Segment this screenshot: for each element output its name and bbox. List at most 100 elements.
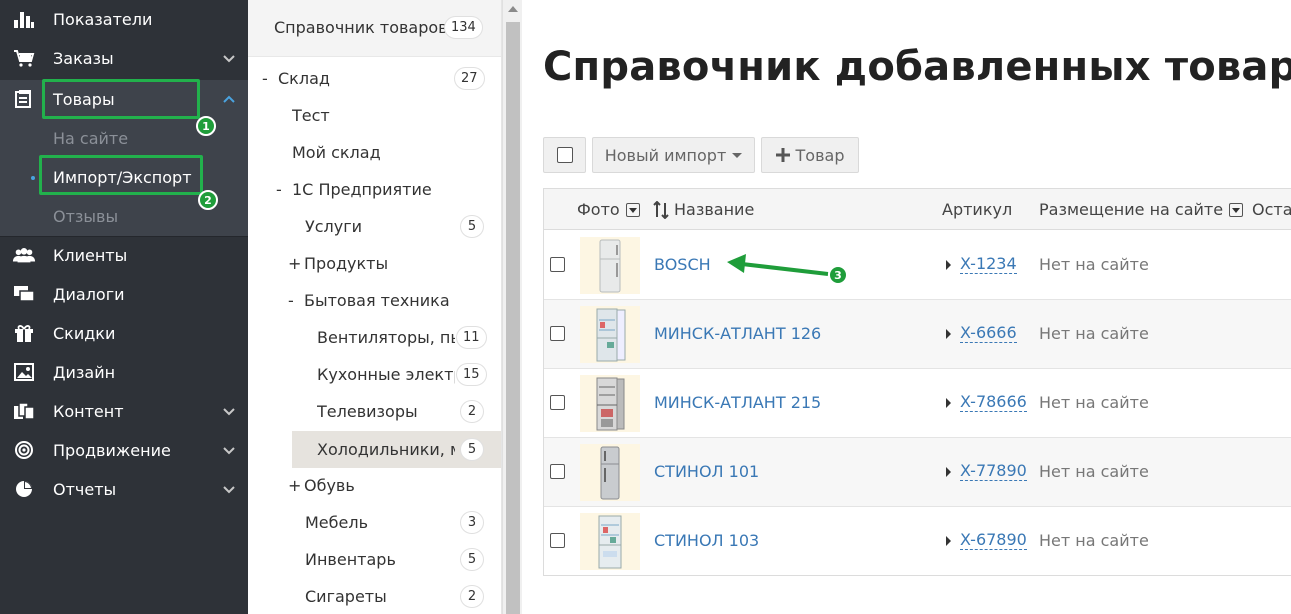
placement-status: Нет на сайте xyxy=(1039,393,1149,412)
scrollbar-thumb[interactable] xyxy=(506,22,520,614)
content-icon xyxy=(12,401,36,421)
scroll-up-arrow[interactable] xyxy=(508,6,518,12)
caret-down-icon xyxy=(732,152,743,158)
cart-icon xyxy=(12,48,36,68)
add-product-button[interactable]: Товар xyxy=(761,137,859,173)
sku-link[interactable]: X-1234 xyxy=(960,255,1017,274)
sidebar-item-label: Заказы xyxy=(53,49,114,68)
row-checkbox[interactable] xyxy=(550,533,565,548)
category-row-services[interactable]: Услуги 5 xyxy=(248,208,501,245)
category-row-my-warehouse[interactable]: Мой склад xyxy=(248,134,501,171)
category-row-furniture[interactable]: Мебель 3 xyxy=(248,504,501,541)
category-row-fans[interactable]: Вентиляторы, пылесосы 11 xyxy=(248,319,501,356)
category-header[interactable]: Справочник товаров 134 xyxy=(248,0,501,57)
category-scrollbar[interactable] xyxy=(502,0,522,614)
category-row-fridges[interactable]: Холодильники, морозильники 5 xyxy=(292,431,501,468)
select-all-button[interactable] xyxy=(543,137,586,173)
expand-arrow-icon[interactable] xyxy=(946,536,951,546)
collapse-toggle[interactable]: - xyxy=(276,180,292,199)
sidebar-item-design[interactable]: Дизайн xyxy=(0,353,248,392)
product-photo[interactable] xyxy=(580,513,640,570)
category-row-cigarettes[interactable]: Сигареты 2 xyxy=(248,578,501,614)
sidebar-item-label: Продвижение xyxy=(53,441,171,460)
column-placement[interactable]: Размещение на сайте xyxy=(1039,200,1244,219)
row-checkbox[interactable] xyxy=(550,395,565,410)
row-checkbox[interactable] xyxy=(550,257,565,272)
sidebar-item-reports[interactable]: Отчеты xyxy=(0,470,248,509)
category-row-appliances[interactable]: - Бытовая техника xyxy=(248,282,501,319)
sku-link[interactable]: X-67890 xyxy=(960,531,1027,550)
expand-arrow-icon[interactable] xyxy=(946,467,951,477)
category-row-kitchen[interactable]: Кухонные электроприборы 15 xyxy=(248,356,501,393)
product-name-link[interactable]: МИНСК-АТЛАНТ 215 xyxy=(654,393,821,412)
sidebar-item-dashboard[interactable]: Показатели xyxy=(0,0,248,39)
product-name-link[interactable]: СТИНОЛ 103 xyxy=(654,531,759,550)
collapse-toggle[interactable]: - xyxy=(262,69,278,88)
chevron-down-icon xyxy=(223,447,235,455)
category-row-shoes[interactable]: + Обувь xyxy=(248,467,501,504)
expand-toggle[interactable]: + xyxy=(288,254,304,273)
badge-1: 1 xyxy=(196,116,216,136)
sku-link[interactable]: X-78666 xyxy=(960,393,1027,412)
column-photo[interactable]: Фото xyxy=(577,200,640,219)
table-row[interactable]: МИНСК-АТЛАНТ 126 X-6666 Нет на сайте xyxy=(544,300,1291,369)
dropdown-icon[interactable] xyxy=(625,202,640,217)
fridge-open-image xyxy=(598,515,622,568)
new-import-button[interactable]: Новый импорт xyxy=(592,137,755,173)
sidebar-item-content[interactable]: Контент xyxy=(0,392,248,431)
category-panel: Справочник товаров 134 - Склад 27 Тест М… xyxy=(248,0,502,614)
category-row-products[interactable]: + Продукты xyxy=(248,245,501,282)
product-photo[interactable] xyxy=(580,306,640,363)
sidebar-item-label: Диалоги xyxy=(53,285,125,304)
column-name[interactable]: Название xyxy=(653,200,754,219)
row-checkbox[interactable] xyxy=(550,326,565,341)
category-row-warehouse[interactable]: - Склад 27 xyxy=(248,60,501,97)
sidebar-item-dialogs[interactable]: Диалоги xyxy=(0,275,248,314)
expand-toggle[interactable]: + xyxy=(288,476,304,495)
products-table: Фото Название Артикул Размещение на сайт… xyxy=(543,188,1291,576)
collapse-toggle[interactable]: - xyxy=(288,291,304,310)
product-photo[interactable] xyxy=(580,444,640,501)
placement-status: Нет на сайте xyxy=(1039,324,1149,343)
category-row-tv[interactable]: Телевизоры 2 xyxy=(248,393,501,430)
chevron-up-icon xyxy=(223,95,235,103)
target-icon xyxy=(12,440,36,460)
product-name-link[interactable]: BOSCH xyxy=(654,255,711,274)
sidebar-subitem-label: Отзывы xyxy=(53,207,119,226)
expand-arrow-icon[interactable] xyxy=(946,260,951,270)
row-checkbox[interactable] xyxy=(550,464,565,479)
dropdown-icon[interactable] xyxy=(1229,202,1244,217)
sidebar-item-label: Скидки xyxy=(53,324,116,343)
column-stock[interactable]: Оста xyxy=(1252,200,1291,219)
gift-icon xyxy=(12,323,36,343)
category-row-inventory[interactable]: Инвентарь 5 xyxy=(248,541,501,578)
category-row-1c[interactable]: - 1С Предприятие xyxy=(248,171,501,208)
sku-link[interactable]: X-6666 xyxy=(960,324,1017,343)
table-row[interactable]: СТИНОЛ 103 X-67890 Нет на сайте xyxy=(544,507,1291,576)
product-photo[interactable] xyxy=(580,237,640,294)
select-all-checkbox[interactable] xyxy=(557,147,573,163)
product-name-link[interactable]: СТИНОЛ 101 xyxy=(654,462,759,481)
sidebar-subitem-label: На сайте xyxy=(53,129,129,148)
products-icon xyxy=(12,89,36,109)
sidebar-item-orders[interactable]: Заказы xyxy=(0,39,248,78)
expand-arrow-icon[interactable] xyxy=(946,398,951,408)
bar-chart-icon xyxy=(12,9,36,29)
table-row[interactable]: СТИНОЛ 101 X-77890 Нет на сайте xyxy=(544,438,1291,507)
fridge-open-image xyxy=(596,377,625,430)
sidebar-item-discounts[interactable]: Скидки xyxy=(0,314,248,353)
image-icon xyxy=(12,362,36,382)
category-row-test[interactable]: Тест xyxy=(248,97,501,134)
sidebar-item-clients[interactable]: Клиенты xyxy=(0,236,248,275)
sidebar: Показатели Заказы Товары На сайте Импорт… xyxy=(0,0,248,614)
table-row[interactable]: МИНСК-АТЛАНТ 215 X-78666 Нет на сайте xyxy=(544,369,1291,438)
column-sku[interactable]: Артикул xyxy=(942,200,1012,219)
table-row[interactable]: BOSCH X-1234 Нет на сайте 3 xyxy=(544,231,1291,300)
sidebar-item-promotion[interactable]: Продвижение xyxy=(0,431,248,470)
expand-arrow-icon[interactable] xyxy=(946,329,951,339)
sidebar-item-label: Отчеты xyxy=(53,480,117,499)
product-photo[interactable] xyxy=(580,375,640,432)
fridge-image xyxy=(599,239,621,292)
sku-link[interactable]: X-77890 xyxy=(960,462,1027,481)
product-name-link[interactable]: МИНСК-АТЛАНТ 126 xyxy=(654,324,821,343)
